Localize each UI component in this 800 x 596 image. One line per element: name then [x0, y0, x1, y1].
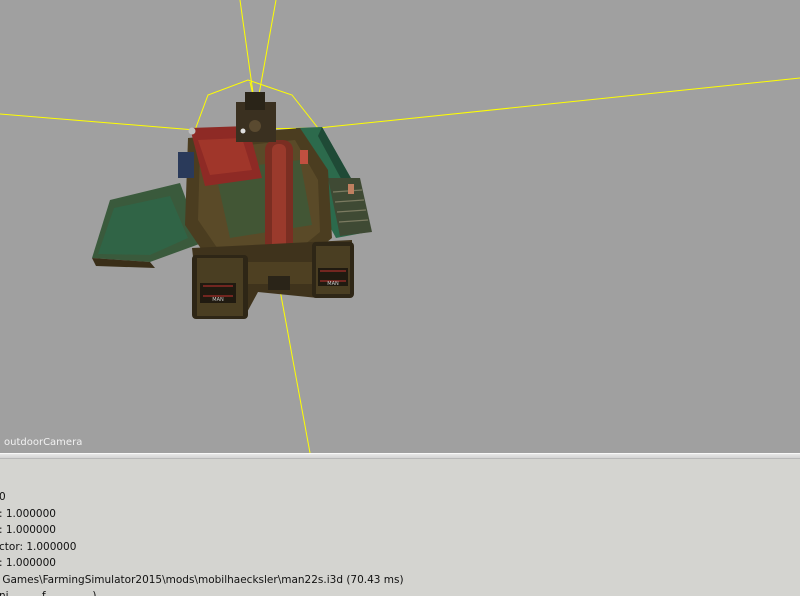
- active-camera-label: outdoorCamera: [4, 437, 83, 448]
- svg-text:MAN: MAN: [327, 281, 339, 287]
- 3d-viewport[interactable]: MAN MAN outdoorCamera: [0, 0, 800, 453]
- console-line: : 1.000000: [0, 507, 56, 520]
- svg-text:MAN: MAN: [212, 297, 224, 303]
- console-line: : 1.000000: [0, 524, 56, 536]
- scene-render: MAN MAN: [0, 0, 800, 453]
- console-line: : 1.000000: [0, 557, 56, 569]
- console-lines: 0 : 1.000000 : 1.000000 ctor: 1.000000 :…: [0, 489, 404, 596]
- console-line: 0: [0, 491, 6, 503]
- console-line: Games\FarmingSimulator2015\mods\mobilhae…: [0, 573, 404, 586]
- console-output-panel[interactable]: 0 : 1.000000 : 1.000000 ctor: 1.000000 :…: [0, 459, 800, 596]
- console-line: ni ... f ): [0, 590, 97, 596]
- console-line: ctor: 1.000000: [0, 540, 77, 553]
- truck-model[interactable]: MAN MAN: [92, 92, 372, 319]
